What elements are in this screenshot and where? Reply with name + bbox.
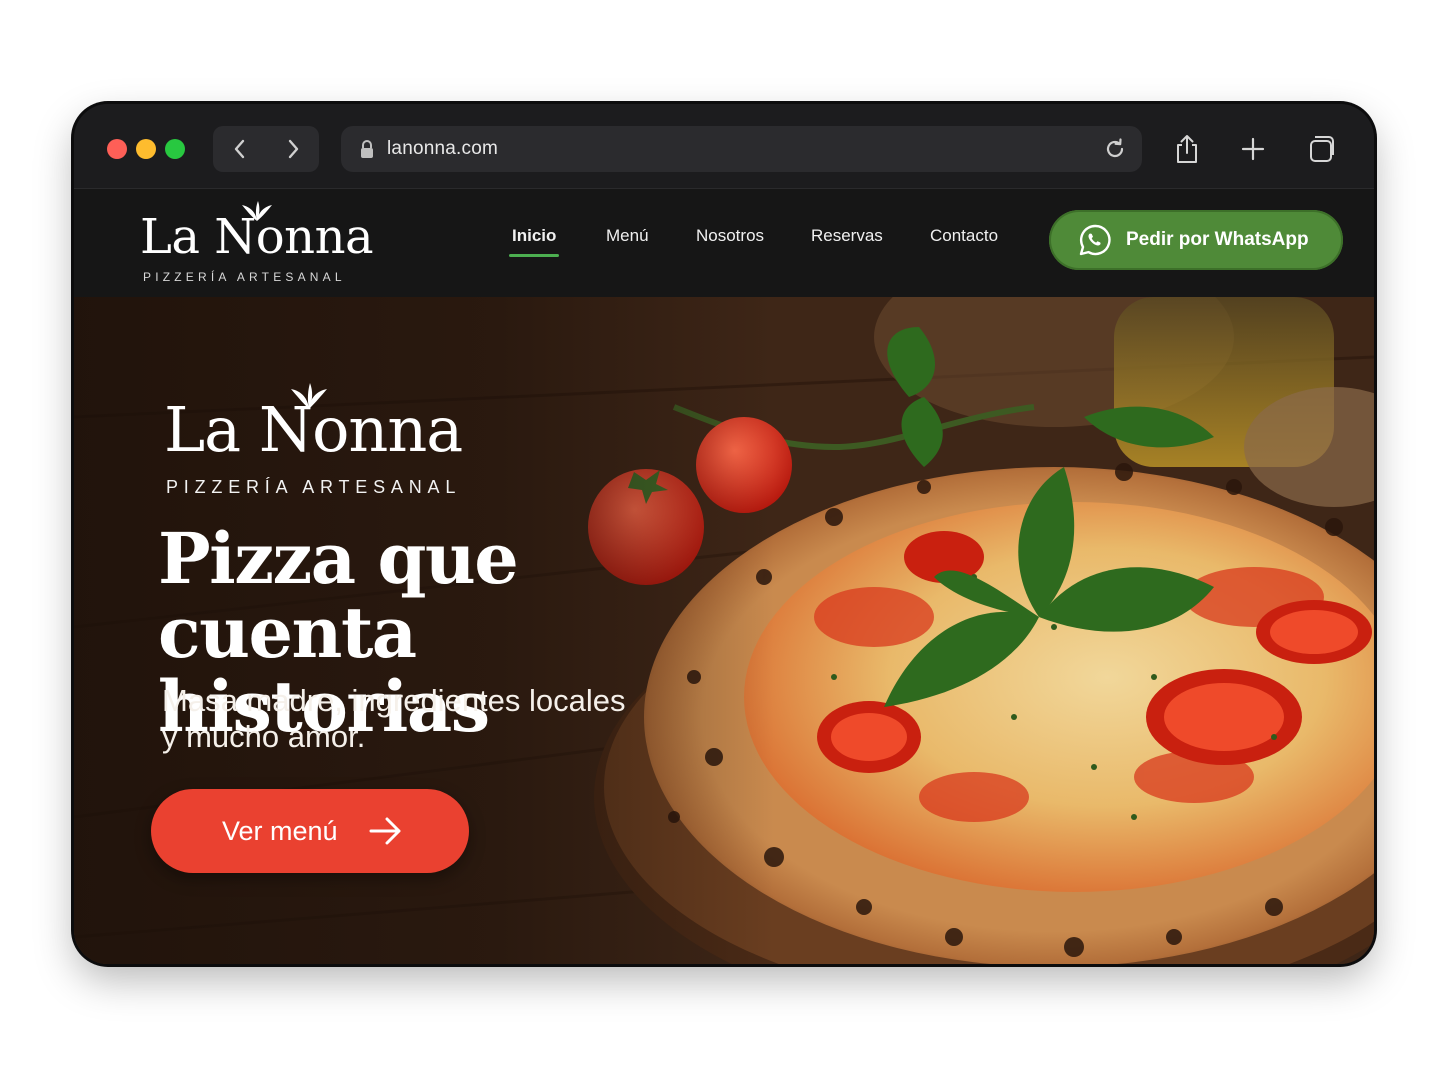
close-window-button[interactable] [107,139,127,159]
header-logo[interactable]: La Nonna PIZZERÍA ARTESANAL [140,199,400,289]
new-tab-button[interactable] [1233,128,1273,170]
hero-headline-line1: Pizza que [158,517,519,600]
hero-subtitle-line1: Masa madre, ingredientes locales [162,683,626,718]
hero-subtitle: Masa madre, ingredientes locales y mucho… [162,683,682,755]
nav-link-inicio[interactable]: Inicio [509,226,559,257]
url-text[interactable]: lanonna.com [387,138,498,160]
logo-tagline: PIZZERÍA ARTESANAL [143,270,346,284]
history-nav [213,126,319,172]
tab-overview-button[interactable] [1302,128,1342,170]
logo-name: La Nonna [140,209,374,265]
nav-link-menu[interactable]: Menú [606,226,649,246]
view-menu-button[interactable]: Ver menú [151,789,469,873]
back-icon [234,139,244,159]
arrow-right-icon [369,817,401,845]
back-button[interactable] [213,126,266,172]
zoom-window-button[interactable] [165,139,185,159]
browser-toolbar: lanonna.com [74,104,1374,189]
new-tab-icon [1241,137,1265,161]
browser-window: lanonna.com La Nonna PIZZERÍA ARTESANAL … [74,104,1374,964]
forward-button[interactable] [266,126,319,172]
lock-icon [361,140,373,158]
whatsapp-icon [1079,224,1111,256]
minimize-window-button[interactable] [136,139,156,159]
hero-logo: La Nonna PIZZERÍA ARTESANAL [164,383,484,497]
share-button[interactable] [1167,128,1207,170]
hero-section: La Nonna PIZZERÍA ARTESANAL Pizza que cu… [74,297,1374,964]
nav-link-label: Reservas [811,226,883,245]
tabs-overview-icon [1310,136,1334,162]
nav-link-label: Contacto [930,226,999,245]
nav-link-label: Inicio [512,226,557,245]
hero-logo-name: La Nonna [164,393,463,466]
nav-link-nosotros[interactable]: Nosotros [696,226,764,246]
view-menu-button-label: Ver menú [222,815,338,846]
nav-link-label: Menú [606,226,649,245]
nav-link-label: Nosotros [696,226,765,245]
whatsapp-button-label: Pedir por WhatsApp [1126,229,1309,250]
hero-subtitle-line2: y mucho amor. [162,719,366,754]
active-nav-indicator [509,254,559,257]
reload-icon[interactable] [1102,136,1128,162]
hero-logo-tagline: PIZZERÍA ARTESANAL [166,477,462,497]
whatsapp-order-button[interactable]: Pedir por WhatsApp [1049,210,1343,270]
forward-icon [288,139,298,159]
address-bar[interactable]: lanonna.com [341,126,1142,172]
share-icon [1177,135,1197,163]
nav-link-contacto[interactable]: Contacto [930,226,998,246]
nav-link-reservas[interactable]: Reservas [811,226,883,246]
